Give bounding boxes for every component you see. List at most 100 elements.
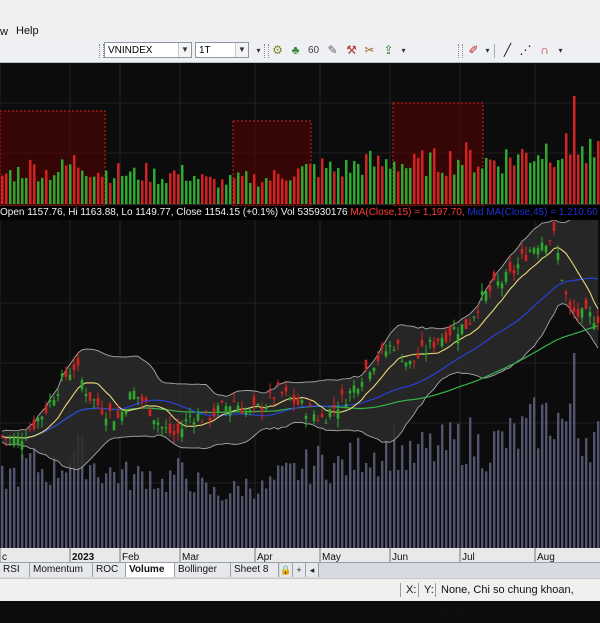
volume-bar [45, 481, 48, 548]
top-pane-bar [525, 152, 528, 204]
tab-rsi[interactable]: RSI [0, 563, 30, 577]
volume-bar [541, 404, 544, 548]
top-pane-bar [193, 175, 196, 204]
export-icon[interactable]: ⇪ [381, 43, 396, 58]
chevron-down-icon[interactable]: ▾ [480, 43, 495, 58]
volume-bar [381, 460, 384, 548]
volume-bar [1, 465, 4, 548]
hammer-icon[interactable]: ⚒ [344, 43, 359, 58]
top-pane-bar [465, 142, 468, 204]
candle-body [196, 413, 200, 421]
candle-body [564, 291, 568, 295]
magnet-icon[interactable]: ∩ [537, 43, 552, 58]
scroll-left-icon[interactable]: ◂ [306, 563, 319, 577]
volume-bar [489, 462, 492, 548]
candle-body [572, 307, 576, 313]
volume-bar [293, 463, 296, 548]
lock-icon[interactable]: 🔒 [280, 563, 293, 577]
volume-bar [537, 448, 540, 548]
volume-bar [245, 478, 248, 548]
volume-bar [345, 475, 348, 548]
candle-body [20, 440, 24, 450]
volume-bar [165, 491, 168, 548]
candle-body [348, 390, 352, 394]
pen-color-icon[interactable]: ✐ [466, 43, 481, 58]
candle-body [212, 408, 216, 417]
volume-bar [33, 447, 36, 548]
symbol-select[interactable]: VNINDEX ▼ [104, 42, 192, 58]
candle-body [304, 416, 308, 419]
price-chart[interactable]: c 2023 Feb Mar Apr May Jun Jul Aug [0, 63, 600, 563]
candle-body [112, 421, 116, 431]
top-pane-bar [457, 159, 460, 204]
signal-icon[interactable]: ♣ [288, 43, 303, 58]
candle-body [324, 422, 328, 424]
tab-momentum[interactable]: Momentum [30, 563, 93, 577]
tab-sheet-8[interactable]: Sheet 8 [231, 563, 279, 577]
volume-bar [517, 448, 520, 548]
tab-volume[interactable]: Volume [126, 563, 175, 577]
toolbar-grip[interactable] [264, 44, 269, 58]
top-pane-bar [5, 173, 8, 204]
toolbar-grip[interactable] [458, 44, 463, 58]
candle-body [292, 395, 296, 404]
tab-bollinger[interactable]: Bollinger [175, 563, 231, 577]
volume-bar [401, 445, 404, 548]
scan-icon[interactable]: 60 [306, 43, 321, 58]
menu-item-window[interactable]: w [0, 26, 8, 38]
top-pane-bar [157, 183, 160, 204]
pattern-icon[interactable]: ⚙ [270, 43, 285, 58]
top-pane-bar [317, 177, 320, 204]
volume-bar [385, 441, 388, 548]
candle-body [508, 262, 512, 272]
menu-bar: w Help [0, 0, 600, 41]
top-pane-bar [333, 171, 336, 204]
volume-bar [417, 444, 420, 548]
line-icon[interactable]: ╱ [500, 43, 515, 58]
chevron-down-icon[interactable]: ▼ [235, 43, 248, 57]
top-pane-bar [13, 181, 16, 204]
candle-body [436, 338, 440, 342]
top-pane-bar [209, 176, 212, 204]
draw-icon[interactable]: ✎ [325, 43, 340, 58]
volume-bar [509, 418, 512, 548]
volume-bar [429, 433, 432, 548]
status-separator [400, 583, 401, 597]
candle-body [500, 283, 504, 289]
candle-body [76, 358, 80, 366]
dash-line-icon[interactable]: ⋰ [518, 43, 533, 58]
status-info: None, Chi so chung khoan, None, N [441, 584, 574, 618]
candle-body [224, 406, 228, 412]
add-sheet-icon[interactable]: + [293, 563, 306, 577]
candle-body [328, 409, 332, 417]
candle-body [300, 400, 304, 404]
candle-body [540, 242, 544, 251]
top-pane-bar [561, 158, 564, 204]
top-pane-bar [421, 150, 424, 204]
toolbar-overflow-icon[interactable]: ▾ [396, 43, 411, 58]
candle-body [64, 370, 68, 377]
volume-bar [501, 431, 504, 548]
candle-body [192, 422, 196, 425]
top-pane-bar [9, 170, 12, 204]
volume-bar [221, 500, 224, 548]
candle-body [180, 428, 184, 438]
toolbar-overflow-icon[interactable]: ▾ [553, 43, 568, 58]
top-pane-bar [353, 160, 356, 204]
volume-bar [533, 397, 536, 548]
candle-body [496, 281, 500, 286]
top-pane-bar [61, 159, 64, 204]
tab-roc[interactable]: ROC [93, 563, 126, 577]
top-pane-bar [573, 96, 576, 204]
candle-body [588, 312, 592, 317]
candle-body [524, 255, 528, 261]
volume-bar [309, 484, 312, 548]
chevron-down-icon[interactable]: ▼ [178, 43, 191, 57]
period-select[interactable]: 1T ▼ [195, 42, 249, 58]
volume-bar [153, 488, 156, 548]
candle-body [140, 396, 144, 402]
tool-icon[interactable]: ✂ [362, 43, 377, 58]
candle-body [356, 388, 360, 394]
menu-item-help[interactable]: Help [16, 25, 39, 37]
top-pane-bar [137, 179, 140, 204]
